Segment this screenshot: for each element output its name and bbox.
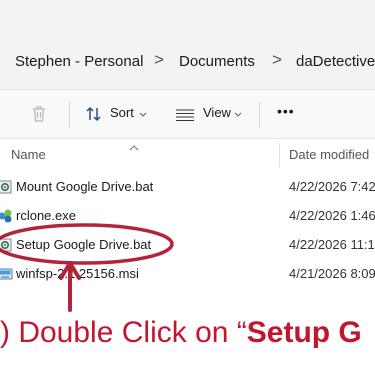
highlight-ellipse bbox=[0, 223, 174, 265]
instruction-caption: ) Double Click on “Setup G bbox=[0, 316, 362, 350]
caption-text: Double Click on “ bbox=[10, 316, 247, 349]
caption-prefix: ) bbox=[0, 316, 10, 349]
caption-bold-text: Setup G bbox=[246, 316, 362, 349]
explorer-screenshot: Stephen - Personal > Documents > daDetec… bbox=[0, 0, 375, 366]
annotation-overlay bbox=[0, 223, 174, 312]
